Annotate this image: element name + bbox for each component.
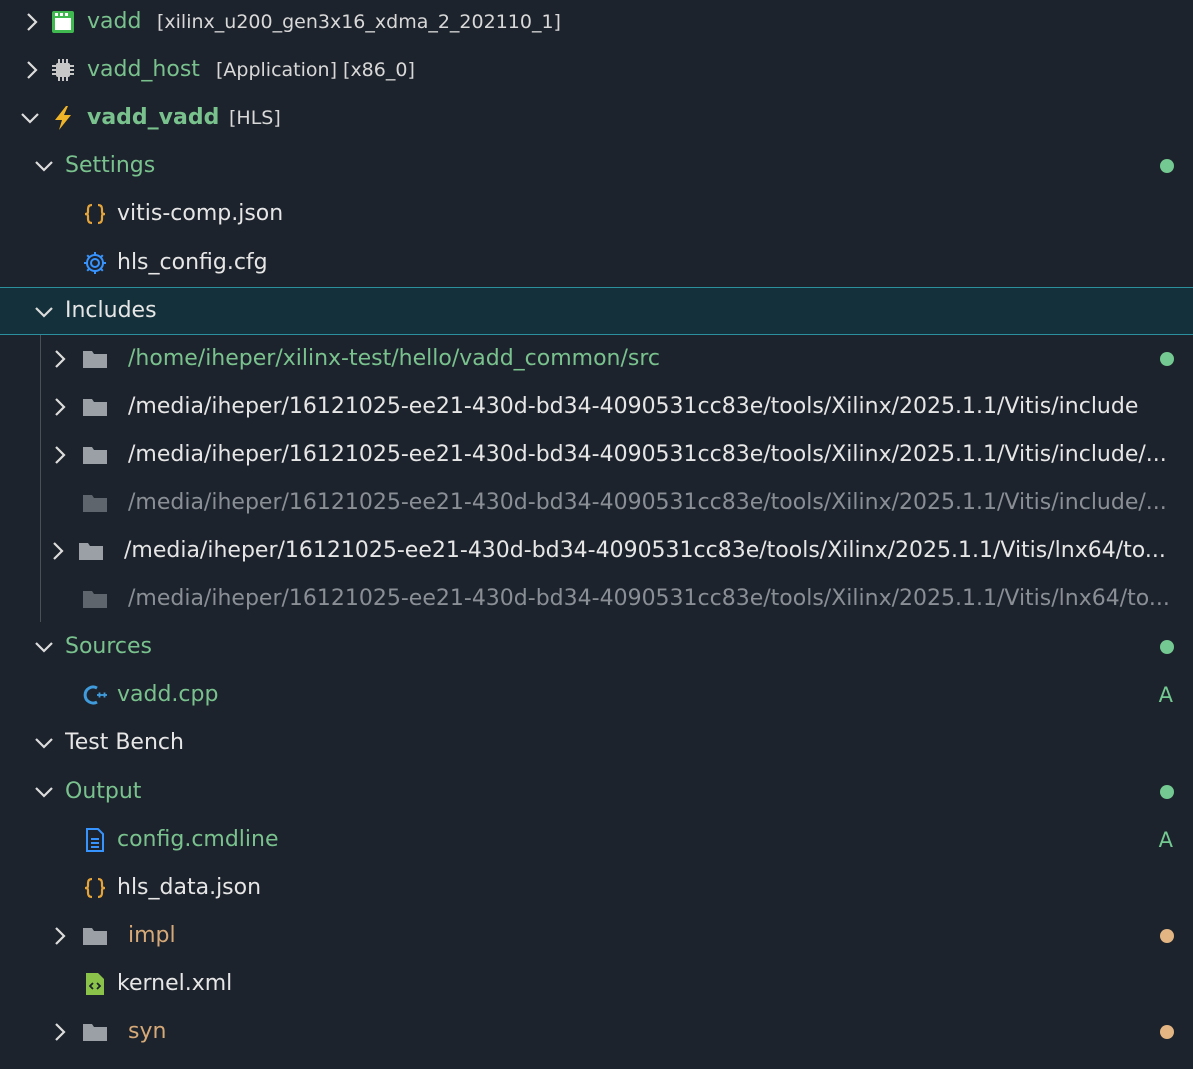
tree-item-include-path[interactable]: /media/iheper/16121025-ee21-430d-bd34-40… bbox=[0, 383, 1193, 431]
tree-item-include-path[interactable]: /media/iheper/16121025-ee21-430d-bd34-40… bbox=[0, 527, 1193, 575]
modified-dot bbox=[1160, 1025, 1174, 1039]
chevron-down-icon[interactable] bbox=[32, 780, 56, 804]
git-added-badge: A bbox=[1158, 828, 1173, 852]
chevron-right-icon[interactable] bbox=[48, 347, 72, 371]
tree-item-include-path[interactable]: /home/iheper/xilinx-test/hello/vadd_comm… bbox=[0, 335, 1193, 383]
tree-item-label: Sources bbox=[65, 634, 153, 659]
tree-item-label: hls_config.cfg bbox=[117, 250, 268, 275]
folder-icon bbox=[82, 394, 108, 420]
chevron-down-icon[interactable] bbox=[18, 106, 42, 130]
chevron-right-icon[interactable] bbox=[46, 539, 70, 563]
chevron-right-icon[interactable] bbox=[48, 1020, 72, 1044]
tree-item-include-path[interactable]: /media/iheper/16121025-ee21-430d-bd34-40… bbox=[0, 479, 1193, 527]
tree-item-description: [Application] [x86_0] bbox=[216, 59, 415, 81]
chip-icon bbox=[50, 57, 76, 83]
folder-icon bbox=[78, 538, 104, 564]
tree-item-label: kernel.xml bbox=[117, 971, 233, 996]
tree-item-include-path[interactable]: /media/iheper/16121025-ee21-430d-bd34-40… bbox=[0, 431, 1193, 479]
chevron-right-icon[interactable] bbox=[20, 10, 44, 34]
tree-item-label: /media/iheper/16121025-ee21-430d-bd34-40… bbox=[128, 394, 1139, 419]
tree-item-syn[interactable]: syn bbox=[0, 1008, 1193, 1056]
tree-item-description: [HLS] bbox=[229, 107, 281, 129]
tree-item-label: vadd.cpp bbox=[117, 682, 219, 707]
tree-item-vadd-platform[interactable]: vadd [xilinx_u200_gen3x16_xdma_2_202110_… bbox=[0, 0, 1193, 46]
tree-item-label: config.cmdline bbox=[117, 827, 279, 852]
modified-dot bbox=[1160, 640, 1174, 654]
tree-item-label: /media/iheper/16121025-ee21-430d-bd34-40… bbox=[128, 586, 1170, 611]
gear-icon bbox=[82, 250, 108, 276]
tree-item-description: [xilinx_u200_gen3x16_xdma_2_202110_1] bbox=[157, 11, 561, 33]
tree-item-hls-data-json[interactable]: hls_data.json bbox=[0, 864, 1193, 912]
tree-item-label: impl bbox=[128, 923, 176, 948]
chevron-down-icon[interactable] bbox=[32, 154, 56, 178]
tree-item-impl[interactable]: impl bbox=[0, 912, 1193, 960]
folder-icon bbox=[82, 586, 108, 612]
tree-item-label: vitis-comp.json bbox=[117, 201, 284, 226]
folder-icon bbox=[82, 490, 108, 516]
folder-icon bbox=[82, 346, 108, 372]
tree-item-test-bench[interactable]: Test Bench bbox=[0, 719, 1193, 767]
tree-item-label: Output bbox=[65, 779, 142, 804]
tree-item-label: /media/iheper/16121025-ee21-430d-bd34-40… bbox=[128, 442, 1167, 467]
tree-item-label: vadd_host bbox=[87, 57, 200, 82]
json-braces-icon bbox=[82, 201, 108, 227]
tree-item-label: Includes bbox=[65, 298, 157, 323]
tree-item-hls-config-cfg[interactable]: hls_config.cfg bbox=[0, 239, 1193, 287]
tree-item-label: /home/iheper/xilinx-test/hello/vadd_comm… bbox=[128, 346, 661, 371]
cpp-icon bbox=[82, 682, 108, 708]
tree-item-includes[interactable]: Includes bbox=[0, 287, 1193, 335]
chevron-down-icon[interactable] bbox=[32, 635, 56, 659]
tree-item-kernel-xml[interactable]: kernel.xml bbox=[0, 960, 1193, 1008]
platform-icon bbox=[50, 9, 76, 35]
folder-icon bbox=[82, 1019, 108, 1045]
tree-item-label: /media/iheper/16121025-ee21-430d-bd34-40… bbox=[128, 490, 1167, 515]
xml-file-icon bbox=[82, 971, 108, 997]
lightning-icon bbox=[50, 105, 76, 131]
chevron-down-icon[interactable] bbox=[32, 300, 56, 324]
tree-item-vadd-cpp[interactable]: vadd.cpp A bbox=[0, 671, 1193, 719]
tree-item-config-cmdline[interactable]: config.cmdline A bbox=[0, 816, 1193, 864]
chevron-right-icon[interactable] bbox=[20, 58, 44, 82]
chevron-right-icon[interactable] bbox=[48, 395, 72, 419]
tree-item-output[interactable]: Output bbox=[0, 768, 1193, 816]
folder-icon bbox=[82, 923, 108, 949]
tree-item-label: vadd_vadd bbox=[87, 105, 220, 130]
folder-icon bbox=[82, 442, 108, 468]
tree-item-vadd-host[interactable]: vadd_host [Application] [x86_0] bbox=[0, 46, 1193, 94]
tree-item-label: /media/iheper/16121025-ee21-430d-bd34-40… bbox=[124, 538, 1166, 563]
tree-item-label: vadd bbox=[87, 9, 142, 34]
tree-item-settings[interactable]: Settings bbox=[0, 142, 1193, 190]
modified-dot bbox=[1160, 352, 1174, 366]
modified-dot bbox=[1160, 785, 1174, 799]
tree-item-vadd-vadd[interactable]: vadd_vadd [HLS] bbox=[0, 94, 1193, 142]
tree-item-label: Test Bench bbox=[65, 730, 184, 755]
tree-item-include-path[interactable]: /media/iheper/16121025-ee21-430d-bd34-40… bbox=[0, 575, 1193, 623]
document-icon bbox=[82, 827, 108, 853]
explorer-tree: vadd [xilinx_u200_gen3x16_xdma_2_202110_… bbox=[0, 0, 1193, 1069]
tree-item-sources[interactable]: Sources bbox=[0, 623, 1193, 671]
chevron-down-icon[interactable] bbox=[32, 731, 56, 755]
chevron-right-icon[interactable] bbox=[48, 443, 72, 467]
tree-item-label: syn bbox=[128, 1019, 167, 1044]
tree-item-label: hls_data.json bbox=[117, 875, 262, 900]
chevron-right-icon[interactable] bbox=[48, 924, 72, 948]
modified-dot bbox=[1160, 159, 1174, 173]
modified-dot bbox=[1160, 929, 1174, 943]
tree-item-vitis-comp-json[interactable]: vitis-comp.json bbox=[0, 190, 1193, 238]
git-added-badge: A bbox=[1158, 683, 1173, 707]
tree-item-label: Settings bbox=[65, 153, 156, 178]
json-braces-icon bbox=[82, 875, 108, 901]
